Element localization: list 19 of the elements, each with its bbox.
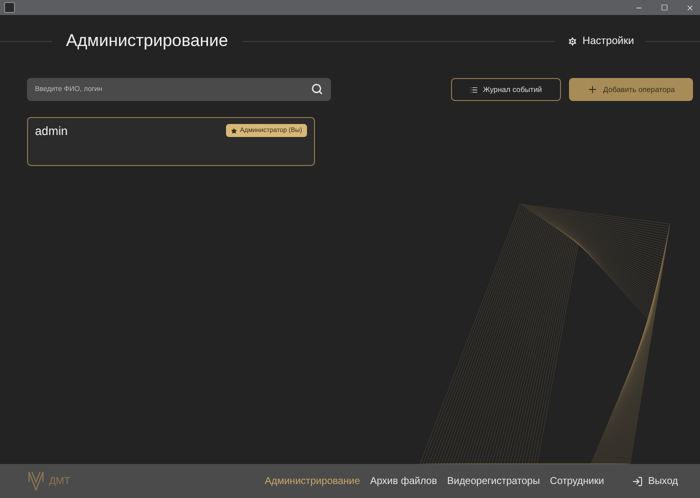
search-icon[interactable] [311, 83, 323, 95]
app-icon [4, 2, 15, 13]
logout-button[interactable]: Выход [632, 476, 678, 486]
list-icon [470, 86, 478, 94]
logo-text: ДМТ [49, 476, 70, 486]
close-icon[interactable] [686, 4, 694, 12]
logout-icon [632, 476, 644, 486]
operator-login: admin [35, 124, 68, 138]
logo-icon [26, 470, 46, 492]
star-icon [230, 128, 237, 134]
page-title: Администрирование [66, 31, 228, 51]
settings-icon [566, 36, 578, 46]
nav-link[interactable]: Сотрудники [550, 476, 604, 486]
nav-link[interactable]: Видеорегистраторы [447, 476, 540, 486]
plus-icon [587, 84, 598, 95]
nav-link[interactable]: Администрирование [264, 476, 360, 486]
nav-link[interactable]: Архив файлов [370, 476, 438, 486]
settings-button[interactable]: Настройки [566, 35, 634, 47]
maximize-icon[interactable] [661, 4, 668, 10]
